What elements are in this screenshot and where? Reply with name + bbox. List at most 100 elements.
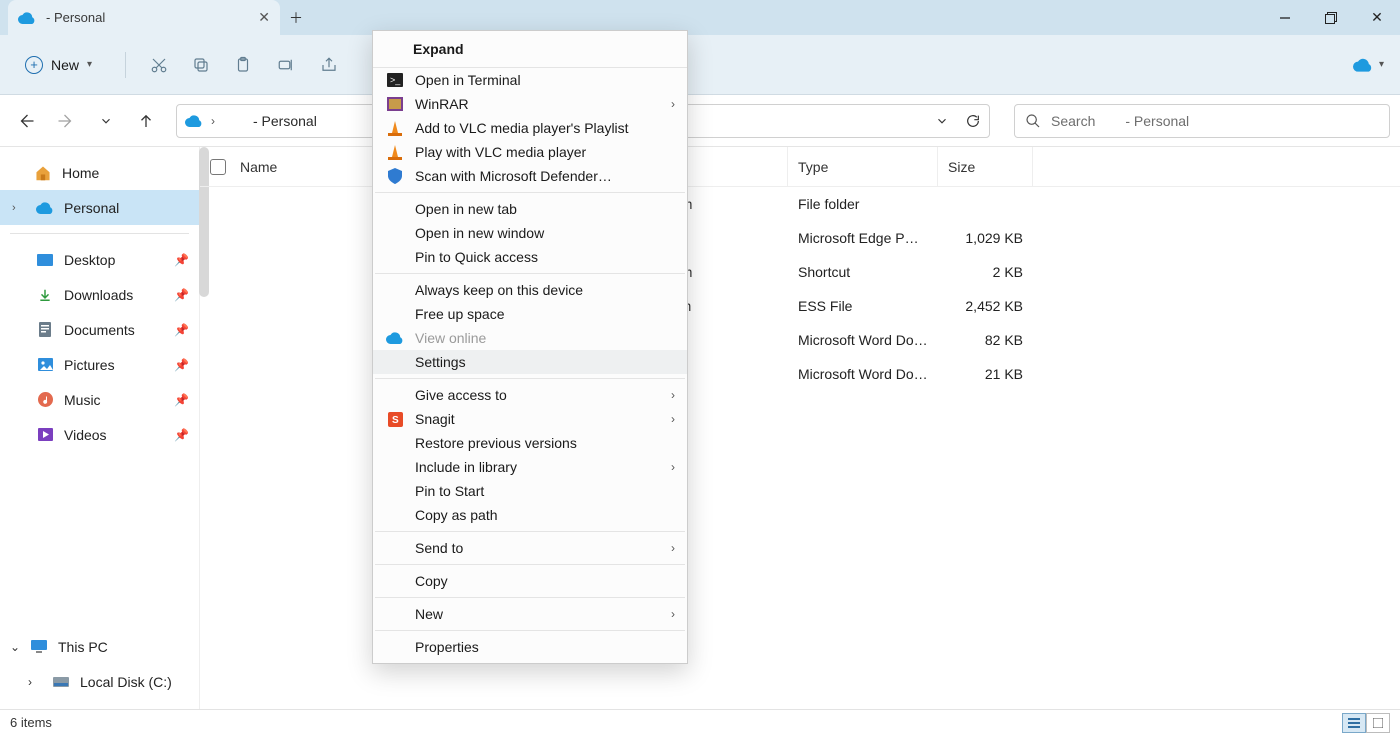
downloads-icon bbox=[36, 288, 54, 302]
context-menu-item[interactable]: Open in new tab bbox=[373, 197, 687, 221]
sidebar-local-disk[interactable]: › Local Disk (C:) bbox=[0, 664, 199, 699]
cell-type: File folder bbox=[788, 196, 938, 212]
context-menu-item[interactable]: Restore previous versions bbox=[373, 431, 687, 455]
context-menu-item[interactable]: Open in new window bbox=[373, 221, 687, 245]
context-menu-item[interactable]: WinRAR› bbox=[373, 92, 687, 116]
large-icons-view-button[interactable] bbox=[1366, 713, 1390, 733]
new-button[interactable]: + New ▾ bbox=[16, 51, 101, 79]
context-menu-item[interactable]: >_ Open in Terminal bbox=[373, 68, 687, 92]
sidebar-pictures[interactable]: Pictures 📌 bbox=[0, 347, 199, 382]
sidebar-desktop[interactable]: Desktop 📌 bbox=[0, 242, 199, 277]
context-menu-separator bbox=[375, 531, 685, 532]
window-tab[interactable]: - Personal ✕ bbox=[8, 0, 280, 35]
context-menu-item[interactable]: Play with VLC media player bbox=[373, 140, 687, 164]
sidebar-videos[interactable]: Videos 📌 bbox=[0, 417, 199, 452]
context-menu-item[interactable]: Scan with Microsoft Defender… bbox=[373, 164, 687, 188]
chevron-down-icon: ▾ bbox=[87, 59, 92, 70]
context-menu-item[interactable]: Settings bbox=[373, 350, 687, 374]
forward-button[interactable] bbox=[50, 105, 82, 137]
context-menu-separator bbox=[375, 273, 685, 274]
context-menu-label: Properties bbox=[415, 639, 675, 655]
chevron-right-icon[interactable]: › bbox=[28, 675, 32, 689]
context-menu-item[interactable]: Free up space bbox=[373, 302, 687, 326]
chevron-right-icon: › bbox=[671, 541, 675, 555]
close-button[interactable]: ✕ bbox=[1354, 0, 1400, 35]
chevron-down-icon[interactable]: ⌄ bbox=[10, 640, 20, 654]
share-icon[interactable] bbox=[320, 56, 338, 74]
terminal-icon: >_ bbox=[385, 73, 405, 87]
paste-icon[interactable] bbox=[234, 56, 252, 74]
address-history-button[interactable] bbox=[935, 114, 949, 128]
up-button[interactable] bbox=[130, 105, 162, 137]
context-menu-label: Give access to bbox=[415, 387, 661, 403]
context-menu-item[interactable]: Include in library› bbox=[373, 455, 687, 479]
context-menu-label: Open in new window bbox=[415, 225, 675, 241]
sidebar-documents[interactable]: Documents 📌 bbox=[0, 312, 199, 347]
context-menu-item[interactable]: Give access to› bbox=[373, 383, 687, 407]
context-menu-item[interactable]: Properties bbox=[373, 635, 687, 659]
videos-icon bbox=[36, 428, 54, 441]
context-menu-item[interactable]: Pin to Quick access bbox=[373, 245, 687, 269]
tab-close-button[interactable]: ✕ bbox=[258, 9, 270, 26]
context-menu-item[interactable]: Add to VLC media player's Playlist bbox=[373, 116, 687, 140]
column-type[interactable]: Type bbox=[788, 147, 938, 186]
search-box[interactable]: Search - Personal bbox=[1014, 104, 1390, 138]
cell-size: 2,452 KB bbox=[938, 298, 1033, 314]
new-tab-button[interactable]: ＋ bbox=[280, 0, 312, 35]
onedrive-icon bbox=[18, 12, 36, 24]
rename-icon[interactable] bbox=[276, 56, 296, 74]
chevron-right-icon[interactable]: › bbox=[12, 202, 16, 214]
details-view-button[interactable] bbox=[1342, 713, 1366, 733]
search-placeholder-path: - Personal bbox=[1125, 113, 1189, 129]
context-menu-label: Always keep on this device bbox=[415, 282, 675, 298]
context-menu-item[interactable]: SSnagit› bbox=[373, 407, 687, 431]
refresh-button[interactable] bbox=[965, 113, 981, 129]
chevron-right-icon: › bbox=[671, 460, 675, 474]
svg-text:>_: >_ bbox=[390, 75, 401, 85]
context-menu-label: New bbox=[415, 606, 661, 622]
pin-icon: 📌 bbox=[174, 253, 189, 267]
sidebar-home-label: Home bbox=[62, 165, 99, 181]
sidebar-personal-label: Personal bbox=[64, 200, 119, 216]
recent-locations-button[interactable] bbox=[90, 105, 122, 137]
context-menu-item[interactable]: Copy as path bbox=[373, 503, 687, 527]
cell-type: Microsoft Edge PDF … bbox=[788, 230, 938, 246]
sidebar-label: Pictures bbox=[64, 357, 115, 373]
sidebar-localdisk-label: Local Disk (C:) bbox=[80, 674, 172, 690]
cell-size: 82 KB bbox=[938, 332, 1033, 348]
status-item-count: 6 items bbox=[10, 715, 52, 730]
onedrive-status-button[interactable]: ▾ bbox=[1353, 58, 1384, 72]
maximize-button[interactable] bbox=[1308, 0, 1354, 35]
select-all-checkbox[interactable] bbox=[210, 159, 226, 175]
sidebar-personal[interactable]: › Personal bbox=[0, 190, 199, 225]
context-menu-item[interactable]: New› bbox=[373, 602, 687, 626]
context-menu-item[interactable]: Always keep on this device bbox=[373, 278, 687, 302]
minimize-button[interactable] bbox=[1262, 0, 1308, 35]
pin-icon: 📌 bbox=[174, 323, 189, 337]
cell-type: Microsoft Word Doc… bbox=[788, 332, 938, 348]
context-menu-item: View online bbox=[373, 326, 687, 350]
context-menu-label: Open in Terminal bbox=[415, 72, 675, 88]
sidebar-music[interactable]: Music 📌 bbox=[0, 382, 199, 417]
context-menu-label: Play with VLC media player bbox=[415, 144, 675, 160]
context-menu-item[interactable]: Copy bbox=[373, 569, 687, 593]
copy-icon[interactable] bbox=[192, 56, 210, 74]
sidebar-downloads[interactable]: Downloads 📌 bbox=[0, 277, 199, 312]
context-menu-item[interactable]: Pin to Start bbox=[373, 479, 687, 503]
context-menu-header[interactable]: Expand bbox=[373, 31, 687, 68]
sidebar-this-pc[interactable]: ⌄ This PC bbox=[0, 629, 199, 664]
column-name-label: Name bbox=[240, 159, 277, 175]
chevron-right-icon: › bbox=[671, 412, 675, 426]
navigation-pane: Home › Personal Desktop 📌 Downloads 📌 Do… bbox=[0, 147, 200, 709]
context-menu-item[interactable]: Send to› bbox=[373, 536, 687, 560]
back-button[interactable] bbox=[10, 105, 42, 137]
pin-icon: 📌 bbox=[174, 288, 189, 302]
context-menu-label: Pin to Quick access bbox=[415, 249, 675, 265]
breadcrumb-chevron-icon[interactable]: › bbox=[211, 114, 215, 128]
context-menu-separator bbox=[375, 192, 685, 193]
context-menu-label: Copy bbox=[415, 573, 675, 589]
sidebar-label: Music bbox=[64, 392, 101, 408]
cut-icon[interactable] bbox=[150, 56, 168, 74]
column-size[interactable]: Size bbox=[938, 147, 1033, 186]
sidebar-home[interactable]: Home bbox=[0, 155, 199, 190]
